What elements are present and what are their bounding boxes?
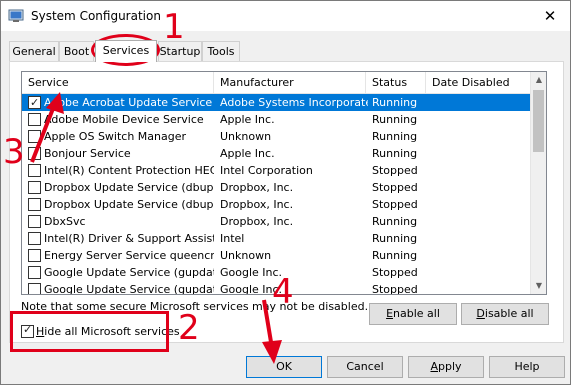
manufacturer-cell: Apple Inc. — [220, 147, 275, 160]
service-name-cell: Energy Server Service queencreek — [44, 249, 214, 262]
status-cell: Running — [372, 96, 418, 109]
services-list[interactable]: Service Manufacturer Status Date Disable… — [21, 71, 547, 295]
status-cell: Running — [372, 113, 418, 126]
status-cell: Running — [372, 249, 418, 262]
scroll-thumb[interactable] — [533, 90, 544, 152]
service-checkbox[interactable] — [28, 232, 41, 245]
service-name-cell: Intel(R) Driver & Support Assistant — [44, 232, 214, 245]
table-row[interactable]: Intel(R) Driver & Support Assistant Intel… — [22, 230, 532, 247]
manufacturer-cell: Adobe Systems Incorporated — [220, 96, 368, 109]
disable-all-button[interactable]: Disable all — [461, 303, 549, 325]
service-checkbox[interactable] — [28, 215, 41, 228]
service-name-cell: Dropbox Update Service (dbupd... — [44, 181, 214, 194]
msconfig-app-icon — [8, 9, 24, 22]
service-checkbox[interactable] — [28, 181, 41, 194]
service-name-cell: DbxSvc — [44, 215, 86, 228]
status-cell: Running — [372, 215, 418, 228]
status-cell: Stopped — [372, 164, 418, 177]
scroll-up-arrow-icon[interactable]: ▲ — [531, 72, 546, 88]
service-name-cell: Google Update Service (gupdate) — [44, 266, 214, 279]
service-checkbox[interactable] — [28, 283, 41, 294]
annotation-number-3: 3 — [3, 132, 25, 172]
manufacturer-cell: Intel — [220, 232, 245, 245]
tab-general[interactable]: General — [9, 41, 59, 61]
status-cell: Stopped — [372, 266, 418, 279]
window-title: System Configuration — [31, 9, 161, 23]
service-checkbox[interactable] — [28, 249, 41, 262]
title-bar: System Configuration ✕ — [1, 1, 570, 31]
annotation-number-2: 2 — [178, 308, 200, 348]
tab-boot[interactable]: Boot — [59, 41, 94, 61]
manufacturer-cell: Dropbox, Inc. — [220, 181, 294, 194]
column-header-date-disabled[interactable]: Date Disabled — [426, 72, 532, 94]
annotation-arrow-4-icon — [262, 299, 282, 364]
manufacturer-cell: Apple Inc. — [220, 113, 275, 126]
table-row[interactable]: DbxSvc Dropbox, Inc. Running — [22, 213, 532, 230]
scroll-down-arrow-icon[interactable]: ▼ — [531, 278, 546, 294]
table-row[interactable]: Dropbox Update Service (dbupd... Dropbox,… — [22, 179, 532, 196]
table-row[interactable]: Energy Server Service queencreek Unknown R… — [22, 247, 532, 264]
status-cell: Running — [372, 232, 418, 245]
list-scrollbar[interactable]: ▲ ▼ — [530, 72, 546, 294]
status-cell: Stopped — [372, 181, 418, 194]
column-header-status[interactable]: Status — [366, 72, 426, 94]
service-name-cell: Dropbox Update Service (dbupd... — [44, 198, 214, 211]
service-checkbox[interactable] — [28, 198, 41, 211]
table-row[interactable]: Adobe Mobile Device Service Apple Inc. Run… — [22, 111, 532, 128]
manufacturer-cell: Google Inc. — [220, 266, 283, 279]
status-cell: Stopped — [372, 198, 418, 211]
manufacturer-cell: Dropbox, Inc. — [220, 198, 294, 211]
tab-services[interactable]: Services — [95, 40, 157, 62]
status-cell: Running — [372, 147, 418, 160]
list-rows: Adobe Acrobat Update ServiceAdobe System… — [22, 94, 532, 295]
cancel-button[interactable]: Cancel — [327, 356, 403, 378]
list-header: Service Manufacturer Status Date Disable… — [22, 72, 532, 94]
close-button[interactable]: ✕ — [530, 1, 570, 31]
service-name-cell: Google Update Service (gupdatem) — [44, 283, 214, 295]
help-button[interactable]: Help — [489, 356, 565, 378]
hide-services-highlight-box — [10, 311, 169, 352]
column-header-manufacturer[interactable]: Manufacturer — [214, 72, 366, 94]
manufacturer-cell: Google Inc. — [220, 283, 283, 295]
annotation-arrow-3-icon — [30, 92, 64, 163]
manufacturer-cell: Unknown — [220, 130, 272, 143]
service-checkbox[interactable] — [28, 266, 41, 279]
enable-all-button[interactable]: Enable all — [369, 303, 457, 325]
apply-button[interactable]: Apply — [408, 356, 484, 378]
status-cell: Stopped — [372, 283, 418, 295]
tab-tools[interactable]: Tools — [202, 41, 240, 61]
table-row[interactable]: Apple OS Switch Manager Unknown Running — [22, 128, 532, 145]
table-row[interactable]: Intel(R) Content Protection HEC... Intel … — [22, 162, 532, 179]
table-row[interactable]: Bonjour Service Apple Inc. Running — [22, 145, 532, 162]
table-row[interactable]: Dropbox Update Service (dbupd... Dropbox,… — [22, 196, 532, 213]
manufacturer-cell: Intel Corporation — [220, 164, 313, 177]
status-cell: Running — [372, 130, 418, 143]
table-row[interactable]: Adobe Acrobat Update ServiceAdobe System… — [22, 94, 532, 111]
manufacturer-cell: Unknown — [220, 249, 272, 262]
manufacturer-cell: Dropbox, Inc. — [220, 215, 294, 228]
annotation-number-1: 1 — [163, 7, 185, 47]
